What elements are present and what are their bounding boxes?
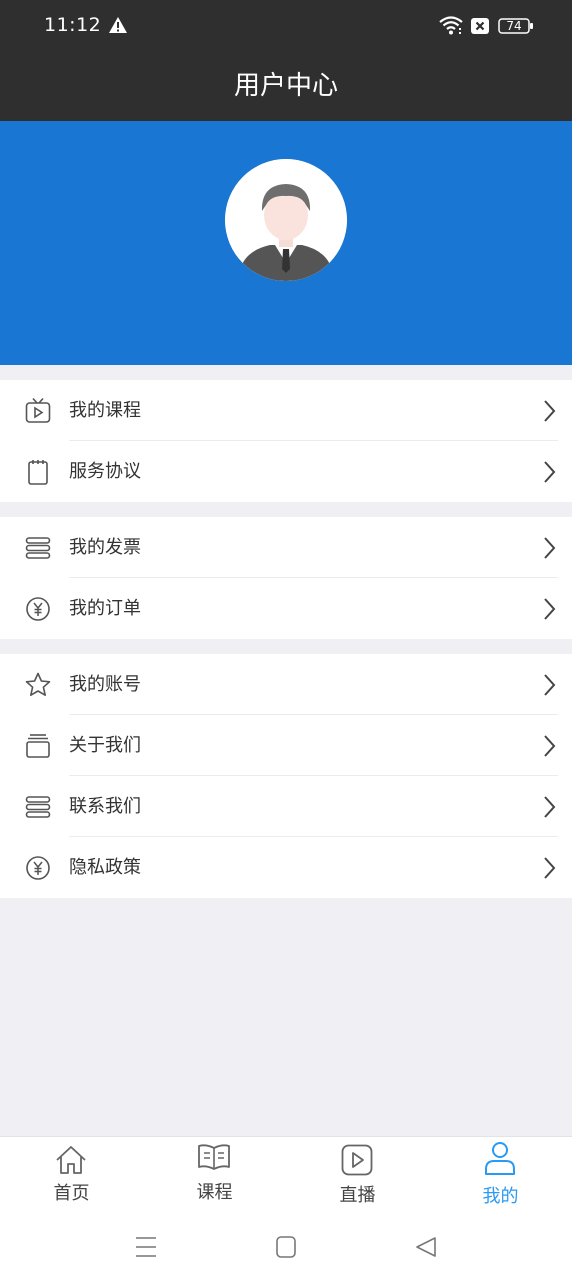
status-bar: 11:12 74 [0, 0, 572, 52]
menu-item-my-orders[interactable]: 我的订单 [0, 578, 572, 639]
tab-courses[interactable]: 课程 [143, 1137, 286, 1213]
menu-group-3: 我的账号 关于我们 联系我们 隐私政策 [0, 654, 572, 898]
battery-level: 74 [506, 19, 522, 33]
chevron-right-icon [544, 537, 556, 559]
stack-icon [25, 537, 51, 559]
chevron-right-icon [544, 400, 556, 422]
menu-item-label: 我的发票 [69, 537, 141, 558]
back-triangle-icon[interactable] [411, 1232, 441, 1262]
chevron-right-icon [544, 674, 556, 696]
menu-item-label: 关于我们 [69, 735, 141, 756]
menu-item-my-account[interactable]: 我的账号 [0, 654, 572, 715]
play-icon [341, 1144, 373, 1176]
tab-mine[interactable]: 我的 [429, 1137, 572, 1213]
menu-item-label: 我的课程 [69, 400, 141, 421]
book-icon [198, 1144, 230, 1170]
wifi-icon [439, 16, 463, 35]
menu-item-label: 服务协议 [69, 461, 141, 482]
tab-label: 我的 [482, 1186, 519, 1207]
chevron-right-icon [544, 598, 556, 620]
home-square-icon[interactable] [271, 1232, 301, 1262]
yuan-coin-icon [26, 597, 50, 621]
chevron-right-icon [544, 857, 556, 879]
star-icon [25, 672, 51, 696]
home-icon [56, 1146, 86, 1174]
menu-group-1: 我的课程 服务协议 [0, 380, 572, 502]
menu-icon[interactable] [131, 1232, 161, 1262]
page-title: 用户中心 [233, 71, 338, 101]
profile-header [0, 121, 572, 365]
menu-item-about-us[interactable]: 关于我们 [0, 715, 572, 776]
system-nav-bar [0, 1212, 572, 1280]
menu-item-contact-us[interactable]: 联系我们 [0, 776, 572, 837]
bottom-tab-bar: 首页 课程 直播 我的 [0, 1136, 572, 1212]
notepad-icon [28, 460, 48, 485]
menu-item-label: 联系我们 [69, 796, 141, 817]
tab-live[interactable]: 直播 [286, 1137, 429, 1213]
yuan-coin-icon [26, 856, 50, 880]
user-icon [485, 1142, 515, 1175]
title-bar: 用户中心 [0, 52, 572, 121]
sim-off-icon [471, 18, 489, 34]
menu-item-my-invoices[interactable]: 我的发票 [0, 517, 572, 578]
menu-item-label: 隐私政策 [69, 857, 141, 878]
warning-icon [109, 17, 127, 33]
tab-label: 直播 [339, 1185, 376, 1206]
chevron-right-icon [544, 796, 556, 818]
tab-label: 课程 [196, 1182, 233, 1203]
menu-item-privacy-policy[interactable]: 隐私政策 [0, 837, 572, 898]
tv-play-icon [25, 397, 51, 423]
chevron-right-icon [544, 735, 556, 757]
status-time: 11:12 [44, 14, 102, 36]
menu-item-label: 我的订单 [69, 598, 141, 619]
menu-group-2: 我的发票 我的订单 [0, 517, 572, 639]
user-avatar-icon [225, 159, 347, 281]
tab-home[interactable]: 首页 [0, 1137, 143, 1213]
tab-label: 首页 [53, 1183, 90, 1204]
menu-item-my-courses[interactable]: 我的课程 [0, 380, 572, 441]
cards-icon [26, 734, 50, 758]
menu-item-label: 我的账号 [69, 674, 141, 695]
stack-icon [25, 796, 51, 818]
menu-item-service-agreement[interactable]: 服务协议 [0, 441, 572, 502]
chevron-right-icon [544, 461, 556, 483]
avatar[interactable] [225, 159, 347, 281]
